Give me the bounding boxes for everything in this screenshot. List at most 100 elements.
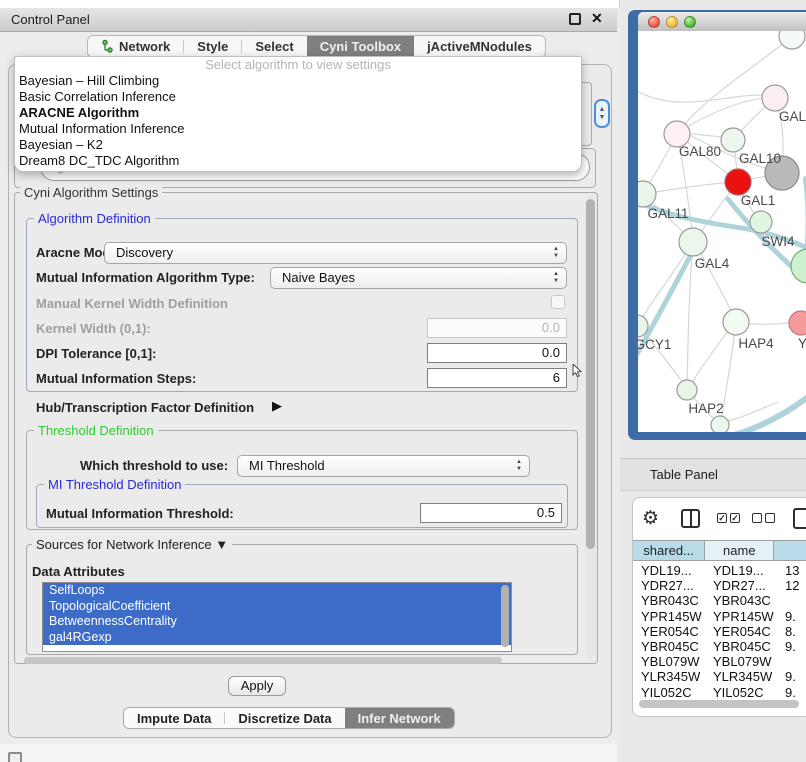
dropdown-placeholder: Select algorithm to view settings: [15, 57, 581, 73]
node-label: HAP4: [738, 336, 774, 351]
manual-kernel-checkbox[interactable]: [551, 295, 565, 309]
network-node[interactable]: [723, 309, 749, 335]
focused-combobox-stepper[interactable]: ▲ ▼: [594, 99, 610, 128]
list-item[interactable]: BetweennessCentrality: [43, 614, 511, 630]
network-node[interactable]: [779, 31, 805, 49]
collapsed-arrow-icon[interactable]: ▶: [272, 398, 282, 414]
tab-cyni-toolbox[interactable]: Cyni Toolbox: [307, 36, 414, 57]
network-canvas[interactable]: GAL GAL80 GAL10 GAL1 GAL11 GAL4 SWI4 GCY…: [638, 31, 806, 432]
stepper-icon: ▲▼: [553, 271, 559, 285]
column-view-icon[interactable]: [681, 509, 700, 528]
table-row[interactable]: YLR345WYLR345W9.: [633, 669, 806, 684]
dropdown-item[interactable]: Bayesian – Hill Climbing: [15, 73, 581, 89]
deselect-all-icon[interactable]: [765, 513, 775, 523]
network-node-labels: GAL GAL80 GAL10 GAL1 GAL11 GAL4 SWI4 GCY…: [638, 109, 806, 416]
gear-icon[interactable]: ⚙: [642, 507, 659, 530]
which-threshold-combobox[interactable]: MI Threshold ▲▼: [237, 455, 530, 477]
network-node[interactable]: [750, 211, 772, 233]
manual-kernel-label: Manual Kernel Width Definition: [36, 296, 228, 311]
select-all-icon[interactable]: ✓: [730, 513, 740, 523]
node-label: GCY1: [638, 337, 671, 352]
threshold-definition-title: Threshold Definition: [34, 423, 158, 438]
aracne-mode-combobox[interactable]: Discovery ▲▼: [104, 242, 567, 264]
dropdown-item[interactable]: Mutual Information Inference: [15, 121, 581, 137]
table-row[interactable]: YDR27...YDR27...12: [633, 578, 806, 593]
screenshot-root: Control Panel ✕ Network Style Select Cyn…: [0, 0, 806, 762]
network-node[interactable]: [762, 85, 788, 111]
tab-style[interactable]: Style: [184, 36, 241, 57]
network-titlebar: [638, 12, 806, 31]
minimize-traffic-light[interactable]: [666, 16, 678, 28]
kernel-width-label: Kernel Width (0,1):: [36, 321, 151, 336]
mi-algorithm-type-combobox[interactable]: Naive Bayes ▲▼: [270, 267, 567, 289]
function-builder-icon[interactable]: [793, 508, 806, 529]
table-row[interactable]: YER054CYER054C8.: [633, 624, 806, 639]
algorithm-dropdown-popup: Select algorithm to view settings Bayesi…: [14, 56, 582, 172]
kernel-width-field[interactable]: 0.0: [427, 318, 567, 338]
dropdown-item[interactable]: Basic Correlation Inference: [15, 89, 581, 105]
network-node[interactable]: [711, 416, 729, 432]
data-attributes-list: SelfLoops TopologicalCoefficient Between…: [42, 582, 512, 652]
settings-hscrollbar-thumb[interactable]: [24, 657, 502, 664]
mi-algorithm-type-label: Mutual Information Algorithm Type:: [36, 270, 255, 285]
close-icon[interactable]: ✕: [591, 10, 603, 27]
dropdown-item[interactable]: Bayesian – K2: [15, 137, 581, 153]
zoom-traffic-light[interactable]: [684, 16, 696, 28]
column-header-clipped[interactable]: [774, 541, 806, 560]
combobox-value: MI Threshold: [249, 458, 325, 473]
tab-impute-data[interactable]: Impute Data: [124, 708, 224, 728]
table-row[interactable]: YBR043CYBR043C: [633, 593, 806, 608]
tab-select[interactable]: Select: [242, 36, 306, 57]
network-graph: GAL GAL80 GAL10 GAL1 GAL11 GAL4 SWI4 GCY…: [638, 31, 806, 432]
expanded-arrow-icon[interactable]: ▼: [215, 537, 228, 552]
column-header-name[interactable]: name: [705, 541, 774, 560]
apply-button[interactable]: Apply: [228, 676, 286, 696]
network-node[interactable]: [721, 128, 745, 152]
node-label: GAL80: [679, 144, 721, 159]
stepper-icon: ▲▼: [516, 459, 522, 473]
list-item[interactable]: TopologicalCoefficient: [43, 599, 511, 615]
table-panel-body: ⚙ ✓ ✓ shared... name YDL19...YDL19...13 …: [632, 497, 806, 717]
select-all-icon[interactable]: ✓: [717, 513, 727, 523]
network-node[interactable]: [789, 311, 806, 335]
network-node[interactable]: [679, 228, 707, 256]
mi-threshold-field[interactable]: 0.5: [420, 503, 562, 523]
mi-threshold-label: Mutual Information Threshold:: [46, 506, 234, 521]
mi-steps-field[interactable]: 6: [427, 368, 567, 388]
close-traffic-light[interactable]: [648, 16, 660, 28]
float-window-icon[interactable]: [569, 13, 581, 25]
tab-jactivemnodules[interactable]: jActiveMNodules: [414, 36, 545, 57]
table-row[interactable]: YBR045CYBR045C9.: [633, 639, 806, 654]
hub-definition-label: Hub/Transcription Factor Definition: [36, 400, 254, 415]
table-row[interactable]: YPR145WYPR145W9.: [633, 609, 806, 624]
network-node[interactable]: [677, 380, 697, 400]
network-node-selected[interactable]: [725, 169, 751, 195]
list-item[interactable]: SelfLoops: [43, 583, 511, 599]
tab-discretize-data[interactable]: Discretize Data: [225, 708, 344, 728]
dropdown-item-selected[interactable]: ARACNE Algorithm: [15, 105, 581, 121]
panel-title: Control Panel: [11, 12, 90, 27]
table-row[interactable]: YBL079WYBL079W: [633, 654, 806, 669]
dropdown-item[interactable]: Dream8 DC_TDC Algorithm: [15, 153, 581, 169]
network-nodes: [638, 31, 806, 432]
settings-scrollbar-thumb[interactable]: [586, 199, 595, 549]
mouse-cursor: [572, 364, 584, 378]
table-row[interactable]: YDL19...YDL19...13: [633, 563, 806, 578]
mi-steps-label: Mutual Information Steps:: [36, 371, 196, 386]
tab-network[interactable]: Network: [88, 36, 183, 57]
list-item[interactable]: gal4RGexp: [43, 630, 511, 646]
list-scrollbar-thumb[interactable]: [501, 585, 509, 647]
tab-infer-network[interactable]: Infer Network: [345, 708, 454, 728]
table-hscrollbar-thumb[interactable]: [639, 700, 799, 708]
tab-label: Select: [255, 39, 293, 54]
deselect-all-icon[interactable]: [752, 513, 762, 523]
table-toolbar: ⚙ ✓ ✓: [633, 498, 806, 540]
network-node[interactable]: [791, 249, 806, 283]
dpi-tolerance-field[interactable]: 0.0: [427, 343, 567, 363]
minimized-panel-icon[interactable]: [8, 752, 22, 762]
table-row[interactable]: YIL052CYIL052C9.: [633, 685, 806, 698]
which-threshold-label: Which threshold to use:: [80, 458, 228, 473]
bottom-tabbar: Impute Data Discretize Data Infer Networ…: [123, 707, 455, 729]
column-header-shared-name[interactable]: shared...: [633, 541, 705, 560]
node-label: GAL4: [695, 256, 730, 271]
